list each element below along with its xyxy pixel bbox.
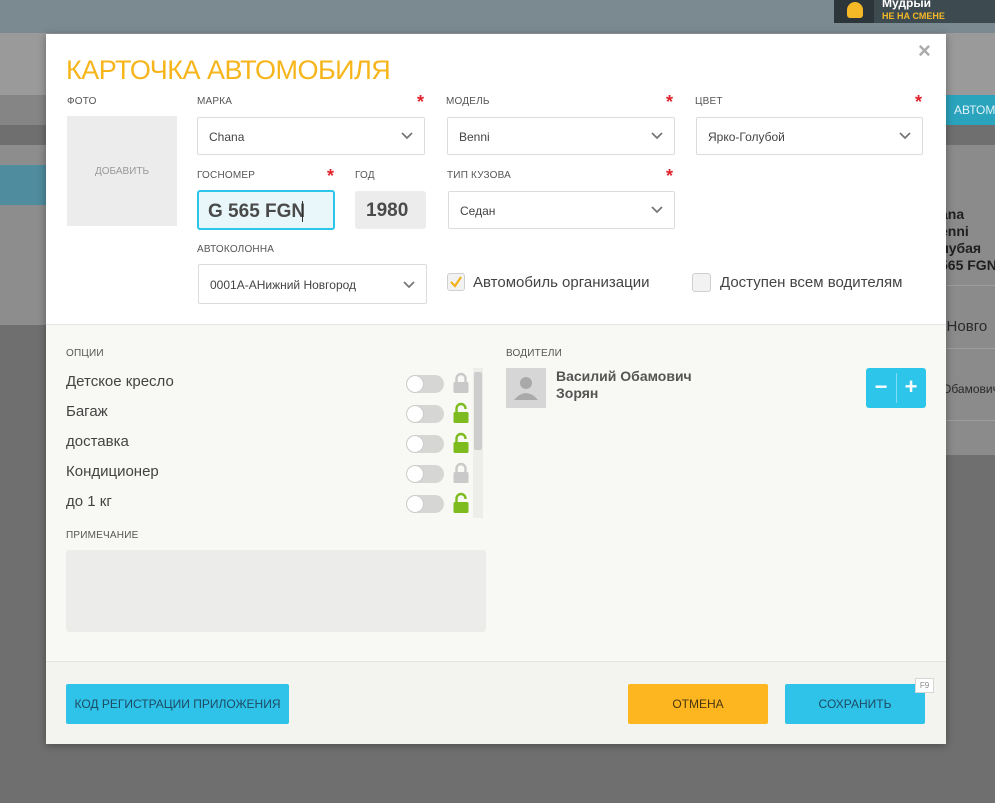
driver-name[interactable]: Василий Обамович Зорян	[556, 368, 726, 402]
option-row: Багаж	[66, 400, 469, 424]
color-value: Ярко-Голубой	[708, 130, 785, 144]
required-icon: *	[666, 92, 674, 112]
cancel-button[interactable]: ОТМЕНА	[628, 684, 768, 724]
option-toggle[interactable]	[406, 465, 444, 483]
body-type-value: Седан	[460, 204, 496, 218]
plate-label: ГОСНОМЕР	[197, 170, 256, 181]
model-label: МОДЕЛЬ	[446, 96, 490, 107]
year-input[interactable]: 1980	[355, 191, 426, 229]
chevron-down-icon	[651, 132, 663, 140]
body-type-label: ТИП КУЗОВА	[447, 170, 512, 181]
year-value: 1980	[366, 200, 409, 221]
option-label: Детское кресло	[66, 373, 174, 390]
note-label: ПРИМЕЧАНИЕ	[66, 530, 139, 541]
driver-add-remove: − +	[866, 368, 926, 408]
fleet-label: АВТОКОЛОННА	[197, 244, 275, 255]
unlock-icon[interactable]	[452, 402, 470, 424]
model-select[interactable]: Benni	[447, 117, 675, 155]
required-icon: *	[417, 92, 425, 112]
toggle-knob	[407, 406, 423, 422]
driver-avatar	[506, 368, 546, 408]
plate-input[interactable]: G 565 FGN	[197, 190, 335, 230]
note-textarea[interactable]	[66, 550, 486, 632]
chevron-down-icon	[403, 281, 415, 289]
model-value: Benni	[459, 130, 490, 144]
toggle-knob	[407, 436, 423, 452]
color-label: ЦВЕТ	[695, 96, 723, 107]
options-scrollbar[interactable]	[473, 368, 483, 518]
user-badge[interactable]: Мудрый НЕ НА СМЕНЕ	[834, 0, 995, 23]
option-toggle[interactable]	[406, 405, 444, 423]
option-row: Детское кресло	[66, 370, 469, 394]
option-label: Багаж	[66, 403, 108, 420]
app-detail-panel	[946, 145, 995, 455]
text-cursor	[302, 201, 303, 222]
all-drivers-checkbox[interactable]: Доступен всем водителям	[692, 273, 902, 292]
all-drivers-label: Доступен всем водителям	[720, 274, 903, 291]
registration-code-button[interactable]: КОД РЕГИСТРАЦИИ ПРИЛОЖЕНИЯ	[66, 684, 289, 724]
toggle-knob	[407, 376, 423, 392]
brand-label: МАРКА	[197, 96, 233, 107]
user-status: НЕ НА СМЕНЕ	[882, 11, 945, 21]
option-label: доставка	[66, 433, 129, 450]
options-label: ОПЦИИ	[66, 348, 104, 359]
color-select[interactable]: Ярко-Голубой	[696, 117, 923, 155]
photo-add-label: ДОБАВИТЬ	[94, 166, 150, 177]
checkbox-empty-icon	[692, 273, 711, 292]
modal-title: КАРТОЧКА АВТОМОБИЛЯ	[66, 55, 391, 85]
photo-label: ФОТО	[67, 96, 97, 107]
org-car-label: Автомобиль организации	[473, 273, 650, 291]
fleet-select[interactable]: 0001А-АНижний Новгород	[198, 264, 427, 304]
lock-icon[interactable]	[452, 462, 470, 484]
divider	[946, 420, 995, 421]
toggle-knob	[407, 496, 423, 512]
plate-value: G 565 FGN	[208, 201, 306, 222]
body-type-select[interactable]: Седан	[448, 191, 675, 229]
chevron-down-icon	[651, 206, 663, 214]
brand-value: Chana	[209, 130, 245, 144]
drivers-label: ВОДИТЕЛИ	[506, 348, 562, 359]
driver-name-line1: Василий Обамович	[556, 368, 692, 384]
required-icon: *	[666, 166, 674, 186]
chevron-down-icon	[401, 132, 413, 140]
year-label: ГОД	[355, 170, 375, 181]
bg-detail-driver: Обамович	[942, 382, 995, 396]
divider	[946, 285, 995, 286]
scrollbar-thumb[interactable]	[474, 372, 482, 450]
unlock-icon[interactable]	[452, 432, 470, 454]
option-row: Кондиционер	[66, 460, 469, 484]
option-toggle[interactable]	[406, 375, 444, 393]
unlock-icon[interactable]	[452, 492, 470, 514]
divider	[946, 348, 995, 349]
option-label: до 1 кг	[66, 493, 112, 510]
car-card-modal: КАРТОЧКА АВТОМОБИЛЯ × ФОТО ДОБАВИТЬ МАРК…	[46, 34, 946, 744]
option-row: доставка	[66, 430, 469, 454]
option-row: до 1 кг	[66, 490, 469, 514]
photo-upload[interactable]: ДОБАВИТЬ	[67, 116, 177, 226]
option-toggle[interactable]	[406, 495, 444, 513]
user-name: Мудрый	[882, 0, 931, 10]
chevron-down-icon	[899, 132, 911, 140]
option-toggle[interactable]	[406, 435, 444, 453]
add-driver-button[interactable]: +	[896, 368, 926, 408]
user-icon	[514, 377, 538, 400]
required-icon: *	[915, 92, 923, 112]
driver-name-line2: Зорян	[556, 385, 599, 401]
bg-detail-line: лубая	[940, 240, 982, 256]
lock-icon[interactable]	[452, 372, 470, 394]
user-avatar	[834, 0, 874, 23]
toggle-knob	[407, 466, 423, 482]
bg-detail-line: 565 FGN	[940, 257, 995, 273]
fleet-value: 0001А-АНижний Новгород	[210, 278, 357, 292]
checkbox-checked-icon	[447, 273, 465, 291]
required-icon: *	[327, 166, 335, 186]
option-label: Кондиционер	[66, 463, 159, 480]
close-icon[interactable]: ×	[918, 38, 931, 64]
org-car-checkbox[interactable]: Автомобиль организации	[447, 273, 649, 291]
save-button[interactable]: СОХРАНИТЬ	[785, 684, 925, 724]
bg-add-car-button[interactable]: АВТОМ	[946, 95, 995, 125]
remove-driver-button[interactable]: −	[866, 368, 896, 408]
brand-select[interactable]: Chana	[197, 117, 425, 155]
save-hotkey-badge: F9	[915, 678, 934, 693]
